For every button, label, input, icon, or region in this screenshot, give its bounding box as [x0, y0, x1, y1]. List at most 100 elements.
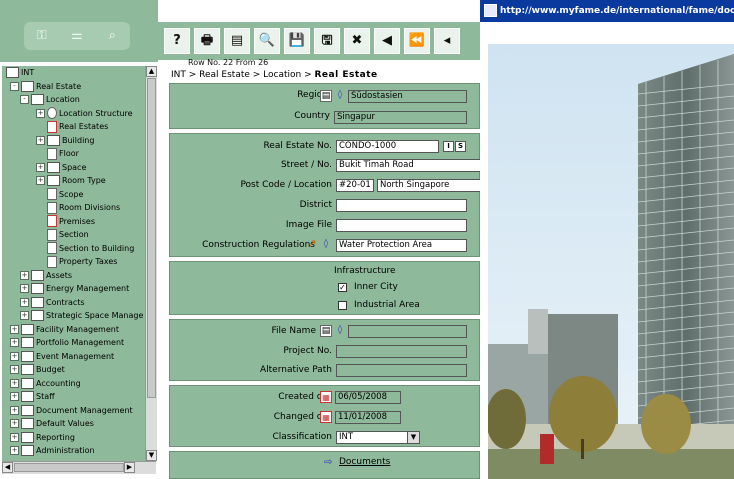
save-button[interactable]: 🖫	[314, 28, 340, 54]
construction-input[interactable]: Water Protection Area	[336, 239, 467, 252]
lookup-book-icon[interactable]: ▤	[320, 90, 332, 102]
tree-item[interactable]: + Space	[36, 161, 86, 174]
browser-icon	[484, 4, 497, 17]
expand-icon[interactable]: +	[10, 432, 19, 442]
link-icon[interactable]: ↗	[306, 238, 318, 250]
collapse-icon[interactable]: -	[20, 95, 29, 104]
expand-icon[interactable]: +	[10, 405, 19, 415]
scroll-thumb[interactable]	[147, 78, 156, 398]
filter-icon[interactable]: ⚌	[66, 27, 88, 45]
tree-item[interactable]: + Room Type	[36, 174, 106, 187]
select-button[interactable]: S	[455, 141, 466, 152]
eraser-icon[interactable]: ◊	[334, 90, 346, 102]
tree-item[interactable]: Room Divisions	[36, 201, 120, 214]
expand-icon[interactable]: +	[10, 446, 19, 455]
tree-item[interactable]: + Event Management	[10, 350, 114, 363]
tree-item[interactable]: + Staff	[10, 390, 55, 403]
tree-item[interactable]: - Location	[20, 93, 80, 106]
expand-icon[interactable]: +	[10, 324, 19, 334]
breadcrumb-current: Real Estate	[314, 70, 378, 80]
tree-item[interactable]: Property Taxes	[36, 255, 117, 268]
real-estate-no-input[interactable]: CONDO-1000	[336, 140, 439, 153]
tree-item[interactable]: + Strategic Space Manage	[20, 309, 143, 322]
metadata-section: Created on ▦ 06/05/2008 Changed on ▦ 11/…	[169, 385, 480, 447]
print-button[interactable]: 🖶	[194, 28, 220, 54]
tree-item[interactable]: + Reporting	[10, 431, 75, 444]
expand-icon[interactable]: +	[36, 108, 45, 118]
location-input[interactable]: North Singapore	[377, 179, 481, 192]
image-file-input[interactable]	[336, 219, 467, 232]
info-button[interactable]: I	[443, 141, 454, 152]
expand-icon[interactable]: +	[10, 392, 19, 401]
documents-link[interactable]: Documents	[339, 457, 390, 467]
eraser-icon[interactable]: ◊	[334, 325, 346, 337]
scroll-down-icon[interactable]: ▼	[146, 450, 157, 461]
expand-icon[interactable]: +	[10, 378, 19, 388]
tree-item[interactable]: + Assets	[20, 269, 72, 282]
scroll-thumb[interactable]	[14, 463, 124, 472]
scroll-left-icon[interactable]: ◀	[2, 462, 13, 473]
tree-item[interactable]: Floor	[36, 147, 79, 160]
previous-button[interactable]: ◀	[374, 28, 400, 54]
first-button[interactable]: ⏪	[404, 28, 430, 54]
lookup-book-icon[interactable]: ▤	[320, 325, 332, 337]
expand-icon[interactable]: +	[36, 135, 45, 145]
tree-item[interactable]: + Budget	[10, 363, 65, 376]
street-input[interactable]: Bukit Timah Road	[336, 159, 481, 172]
expand-icon[interactable]: +	[10, 351, 19, 361]
folder-icon	[21, 364, 34, 375]
back-button[interactable]: ◂	[434, 28, 460, 54]
collapse-icon[interactable]: -	[10, 81, 19, 91]
tree-item-label: Staff	[36, 392, 55, 401]
tree-item[interactable]: + Default Values	[10, 417, 94, 430]
classification-select[interactable]: INT ▼	[336, 431, 420, 444]
industrial-area-checkbox[interactable]	[338, 301, 347, 310]
preview-button[interactable]: 🔍	[254, 28, 280, 54]
chevron-down-icon[interactable]: ▼	[407, 432, 419, 443]
tree-horizontal-scrollbar[interactable]: ◀ ▶	[2, 461, 156, 474]
tree-item[interactable]: Scope	[36, 188, 83, 201]
tree-item[interactable]: + Facility Management	[10, 323, 119, 336]
tree-item[interactable]: + Administration	[10, 444, 95, 457]
calendar-icon[interactable]: ▦	[320, 411, 332, 423]
tree-item[interactable]: + Location Structure	[36, 107, 133, 120]
breadcrumb: INT > Real Estate > Location > Real Esta…	[171, 70, 378, 80]
tree-item[interactable]: + Accounting	[10, 377, 81, 390]
tree-item[interactable]: Premises	[36, 215, 95, 228]
postcode-input[interactable]: #20-01	[336, 179, 374, 192]
tree-item-label: Reporting	[36, 432, 75, 442]
tree-item[interactable]: + Document Management	[10, 404, 133, 417]
expand-icon[interactable]: +	[10, 365, 19, 374]
calendar-icon[interactable]: ▦	[320, 391, 332, 403]
inner-city-checkbox[interactable]: ✓	[338, 283, 347, 292]
tree-item[interactable]: + Portfolio Management	[10, 336, 124, 349]
expand-icon[interactable]: +	[20, 284, 29, 293]
tree-item[interactable]: + Contracts	[20, 296, 85, 309]
scroll-right-icon[interactable]: ▶	[124, 462, 135, 473]
expand-icon[interactable]: +	[20, 297, 29, 307]
expand-icon[interactable]: +	[10, 338, 19, 347]
expand-icon[interactable]: +	[20, 270, 29, 280]
tree-vertical-scrollbar[interactable]: ▲ ▼	[145, 66, 157, 461]
expand-icon[interactable]: +	[36, 176, 45, 185]
tree-item[interactable]: Section	[36, 228, 89, 241]
tree-item[interactable]: - Real Estate	[10, 80, 81, 93]
expand-icon[interactable]: +	[10, 419, 19, 428]
district-input[interactable]	[336, 199, 467, 212]
save-new-button[interactable]: 💾	[284, 28, 310, 54]
help-button[interactable]: ?	[164, 28, 190, 54]
delete-button[interactable]: ✖	[344, 28, 370, 54]
expand-icon[interactable]: +	[20, 311, 29, 320]
tree-item[interactable]: INT	[6, 66, 34, 79]
key-icon[interactable]: ⚿	[31, 27, 53, 45]
list-button[interactable]: ▤	[224, 28, 250, 54]
folder-icon	[47, 161, 60, 173]
expand-icon[interactable]: +	[36, 162, 45, 172]
eraser-icon[interactable]: ◊	[320, 239, 332, 251]
tree-item[interactable]: + Energy Management	[20, 282, 129, 295]
tree-item[interactable]: Real Estates	[36, 120, 108, 133]
tree-item[interactable]: + Building	[36, 134, 94, 147]
search-icon[interactable]: ⌕	[101, 27, 123, 45]
tree-item[interactable]: Section to Building	[36, 242, 134, 255]
scroll-up-icon[interactable]: ▲	[146, 66, 157, 77]
